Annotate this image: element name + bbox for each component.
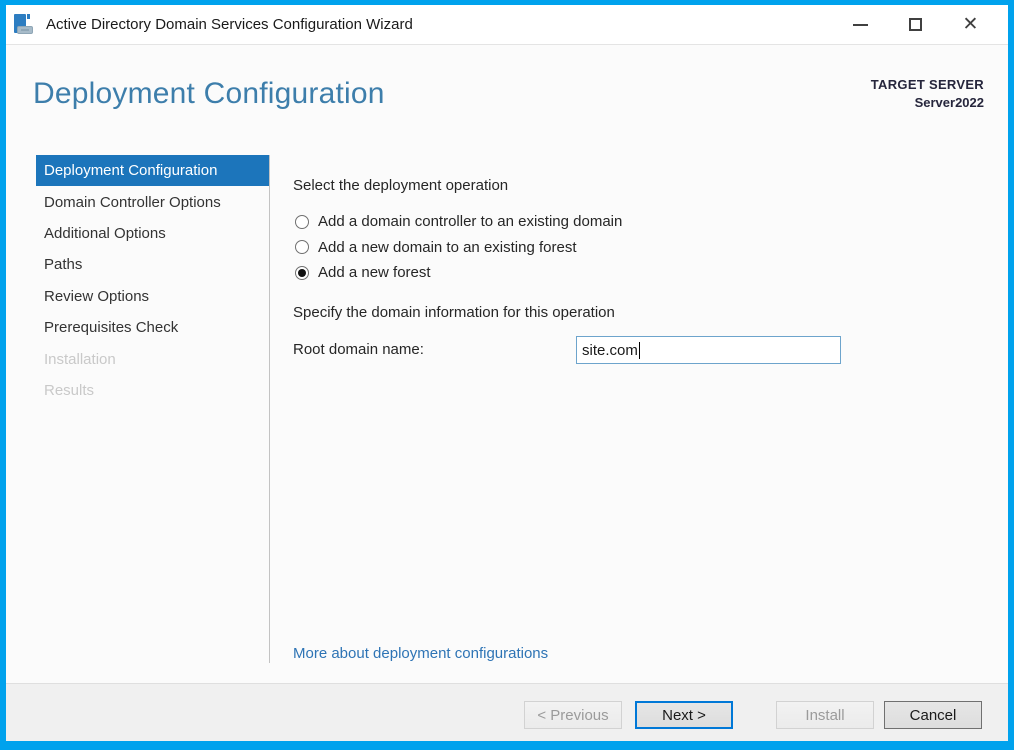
sidebar-item-prerequisites-check[interactable]: Prerequisites Check <box>36 312 269 343</box>
minimize-icon[interactable] <box>833 5 888 44</box>
radio-add-new-forest[interactable]: Add a new forest <box>295 260 622 286</box>
sidebar-item-review-options[interactable]: Review Options <box>36 281 269 312</box>
domain-info-section-label: Specify the domain information for this … <box>293 304 615 321</box>
target-server-block: TARGET SERVER Server2022 <box>871 77 984 110</box>
operation-section-label: Select the deployment operation <box>293 177 509 194</box>
wizard-window: Active Directory Domain Services Configu… <box>0 0 1014 750</box>
radio-label: Add a new forest <box>318 264 431 282</box>
sidebar-item-installation: Installation <box>44 350 116 368</box>
sidebar-item-paths[interactable]: Paths <box>36 249 269 280</box>
text-cursor <box>638 341 641 359</box>
window-controls: ✕ <box>833 5 1008 44</box>
root-domain-label: Root domain name: <box>293 341 424 358</box>
window-title: Active Directory Domain Services Configu… <box>46 16 413 33</box>
page-title: Deployment Configuration <box>33 77 385 110</box>
sidebar-item-deployment-configuration[interactable]: Deployment Configuration <box>36 155 269 187</box>
radio-unselected-icon <box>295 214 309 229</box>
maximize-icon[interactable] <box>888 5 943 44</box>
next-button[interactable]: Next > <box>635 701 733 729</box>
sidebar-item-additional-options[interactable]: Additional Options <box>36 218 269 249</box>
previous-button: < Previous <box>524 701 622 729</box>
button-bar: < Previous Next > Install Cancel <box>6 683 1008 741</box>
radio-unselected-icon <box>295 240 309 255</box>
more-about-deployment-link[interactable]: More about deployment configurations <box>293 645 548 662</box>
wizard-step-list: Deployment Configuration Domain Controll… <box>36 155 269 406</box>
root-domain-value: site.com <box>582 341 638 359</box>
deployment-operation-radio-group: Add a domain controller to an existing d… <box>295 209 622 286</box>
sidebar-item-results: Results <box>44 381 95 399</box>
radio-selected-icon <box>295 265 309 280</box>
target-server-label: TARGET SERVER <box>870 77 984 92</box>
title-bar: Active Directory Domain Services Configu… <box>6 5 1008 45</box>
radio-add-domain-controller[interactable]: Add a domain controller to an existing d… <box>295 209 622 235</box>
radio-label: Add a domain controller to an existing d… <box>318 213 623 231</box>
sidebar-item-domain-controller-options[interactable]: Domain Controller Options <box>36 186 269 217</box>
root-domain-input[interactable]: site.com <box>576 336 841 364</box>
radio-label: Add a new domain to an existing forest <box>318 238 577 256</box>
close-icon[interactable]: ✕ <box>943 5 998 44</box>
install-button: Install <box>776 701 874 729</box>
radio-add-new-domain[interactable]: Add a new domain to an existing forest <box>295 235 622 261</box>
target-server-value: Server2022 <box>914 95 984 110</box>
cancel-button[interactable]: Cancel <box>884 701 982 729</box>
server-app-icon <box>12 13 36 37</box>
sidebar-divider <box>269 155 270 663</box>
